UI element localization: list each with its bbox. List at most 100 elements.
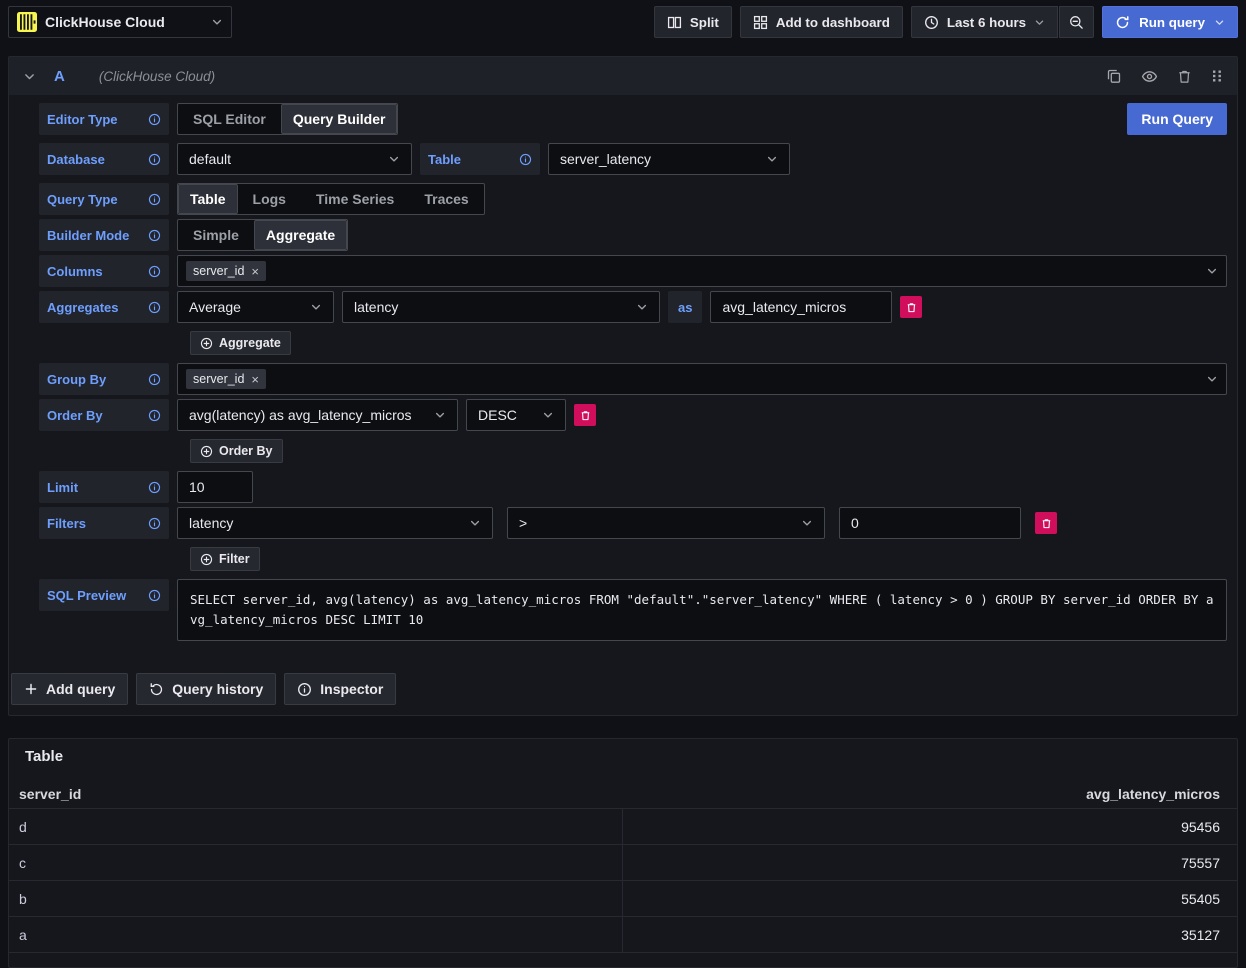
chevron-down-icon (1034, 17, 1045, 28)
table-select[interactable]: server_latency (548, 143, 790, 175)
info-icon[interactable] (148, 153, 161, 166)
aggregate-column-select[interactable]: latency (342, 291, 660, 323)
plus-circle-icon (200, 337, 213, 350)
sync-icon (1115, 15, 1130, 30)
database-select[interactable]: default (177, 143, 412, 175)
duplicate-query-icon[interactable] (1106, 68, 1122, 84)
disable-query-eye-icon[interactable] (1141, 68, 1158, 85)
results-table: server_id avg_latency_micros d 95456 c 7… (9, 779, 1237, 953)
aggregates-label: Aggregates (39, 291, 169, 323)
editor-type-radio-group: SQL Editor Query Builder (177, 103, 398, 135)
remove-query-trash-icon[interactable] (1177, 69, 1192, 84)
option-simple[interactable]: Simple (178, 220, 254, 250)
run-query-button[interactable]: Run Query (1127, 103, 1227, 135)
table-panel: Table server_id avg_latency_micros d 954… (8, 738, 1238, 968)
column-header-server-id[interactable]: server_id (9, 786, 623, 802)
option-query-builder[interactable]: Query Builder (281, 104, 398, 134)
plus-circle-icon (200, 445, 213, 458)
info-icon[interactable] (148, 589, 161, 602)
zoom-out-time-button[interactable] (1059, 6, 1094, 38)
add-order-by-button[interactable]: Order By (190, 439, 283, 463)
info-icon[interactable] (148, 301, 161, 314)
column-header-avg-latency-micros[interactable]: avg_latency_micros (623, 786, 1237, 802)
toolbar-actions: Split Add to dashboard Last 6 hours Run … (654, 6, 1238, 38)
selected-group-by-tag: server_id × (186, 369, 266, 389)
remove-filter-button[interactable] (1035, 512, 1057, 534)
columns-label: Columns (39, 255, 169, 287)
option-time-series[interactable]: Time Series (301, 184, 409, 214)
info-icon[interactable] (148, 193, 161, 206)
info-icon[interactable] (148, 409, 161, 422)
chevron-down-icon (211, 16, 223, 28)
remove-aggregate-button[interactable] (900, 296, 922, 318)
row-add-order-by: Order By (190, 439, 1227, 463)
panel-title[interactable]: Table (9, 739, 1237, 773)
add-query-button[interactable]: Add query (11, 673, 128, 705)
clickhouse-logo-icon (17, 12, 37, 32)
info-icon[interactable] (148, 229, 161, 242)
info-icon[interactable] (148, 373, 161, 386)
row-sql-preview: SQL Preview SELECT server_id, avg(latenc… (39, 579, 1227, 641)
add-aggregate-button[interactable]: Aggregate (190, 331, 291, 355)
table-row: c 75557 (9, 845, 1237, 881)
limit-label: Limit (39, 471, 169, 503)
add-filter-button[interactable]: Filter (190, 547, 260, 571)
history-icon (149, 682, 164, 697)
inspector-button[interactable]: Inspector (284, 673, 396, 705)
limit-input[interactable] (177, 471, 253, 503)
order-by-direction-select[interactable]: DESC (466, 399, 566, 431)
query-editor-panel: A (ClickHouse Cloud) Editor Type SQL Edi… (8, 56, 1238, 716)
option-sql-editor[interactable]: SQL Editor (178, 104, 281, 134)
add-to-dashboard-button[interactable]: Add to dashboard (740, 6, 903, 38)
info-icon[interactable] (148, 265, 161, 278)
drag-handle-icon[interactable] (1211, 68, 1223, 84)
datasource-name: ClickHouse Cloud (45, 14, 203, 30)
run-query-toolbar-button[interactable]: Run query (1102, 6, 1238, 38)
option-table[interactable]: Table (178, 184, 238, 214)
builder-mode-radio-group: Simple Aggregate (177, 219, 348, 251)
option-traces[interactable]: Traces (409, 184, 483, 214)
time-picker-group: Last 6 hours (911, 6, 1094, 38)
datasource-picker[interactable]: ClickHouse Cloud (8, 6, 232, 38)
database-label: Database (39, 143, 169, 175)
option-aggregate[interactable]: Aggregate (254, 220, 347, 250)
columns-multiselect[interactable]: server_id × (177, 255, 1227, 287)
info-icon[interactable] (148, 113, 161, 126)
option-logs[interactable]: Logs (238, 184, 301, 214)
info-icon[interactable] (148, 517, 161, 530)
group-by-multiselect[interactable]: server_id × (177, 363, 1227, 395)
info-icon[interactable] (519, 153, 532, 166)
info-icon[interactable] (148, 481, 161, 494)
cell-avg-latency: 95456 (623, 819, 1237, 835)
split-button[interactable]: Split (654, 6, 732, 38)
group-by-label: Group By (39, 363, 169, 395)
datasource-hint: (ClickHouse Cloud) (99, 69, 215, 84)
chevron-down-icon (801, 517, 813, 529)
chevron-down-icon (1206, 265, 1218, 277)
aggregate-alias-input[interactable] (710, 291, 892, 323)
filter-value-input[interactable] (839, 507, 1021, 539)
filter-column-select[interactable]: latency (177, 507, 493, 539)
trash-icon (906, 302, 917, 313)
filter-operator-select[interactable]: > (507, 507, 825, 539)
chevron-down-icon (434, 409, 446, 421)
remove-tag-icon[interactable]: × (251, 373, 259, 386)
info-circle-icon (297, 682, 312, 697)
time-range-picker[interactable]: Last 6 hours (911, 6, 1058, 38)
chevron-down-icon (636, 301, 648, 313)
order-by-field-select[interactable]: avg(latency) as avg_latency_micros (177, 399, 458, 431)
remove-order-by-button[interactable] (574, 404, 596, 426)
query-history-button[interactable]: Query history (136, 673, 276, 705)
query-editor-header[interactable]: A (ClickHouse Cloud) (9, 57, 1237, 95)
chevron-down-icon[interactable] (1214, 17, 1225, 28)
cell-server-id: a (9, 917, 623, 952)
collapse-chevron-icon[interactable] (23, 70, 36, 83)
cell-avg-latency: 75557 (623, 855, 1237, 871)
trash-icon (1041, 518, 1052, 529)
chevron-down-icon (469, 517, 481, 529)
cell-server-id: d (9, 809, 623, 844)
aggregate-function-select[interactable]: Average (177, 291, 334, 323)
query-ref-id[interactable]: A (54, 68, 65, 85)
row-query-type: Query Type Table Logs Time Series Traces (39, 183, 1227, 215)
remove-tag-icon[interactable]: × (251, 265, 259, 278)
